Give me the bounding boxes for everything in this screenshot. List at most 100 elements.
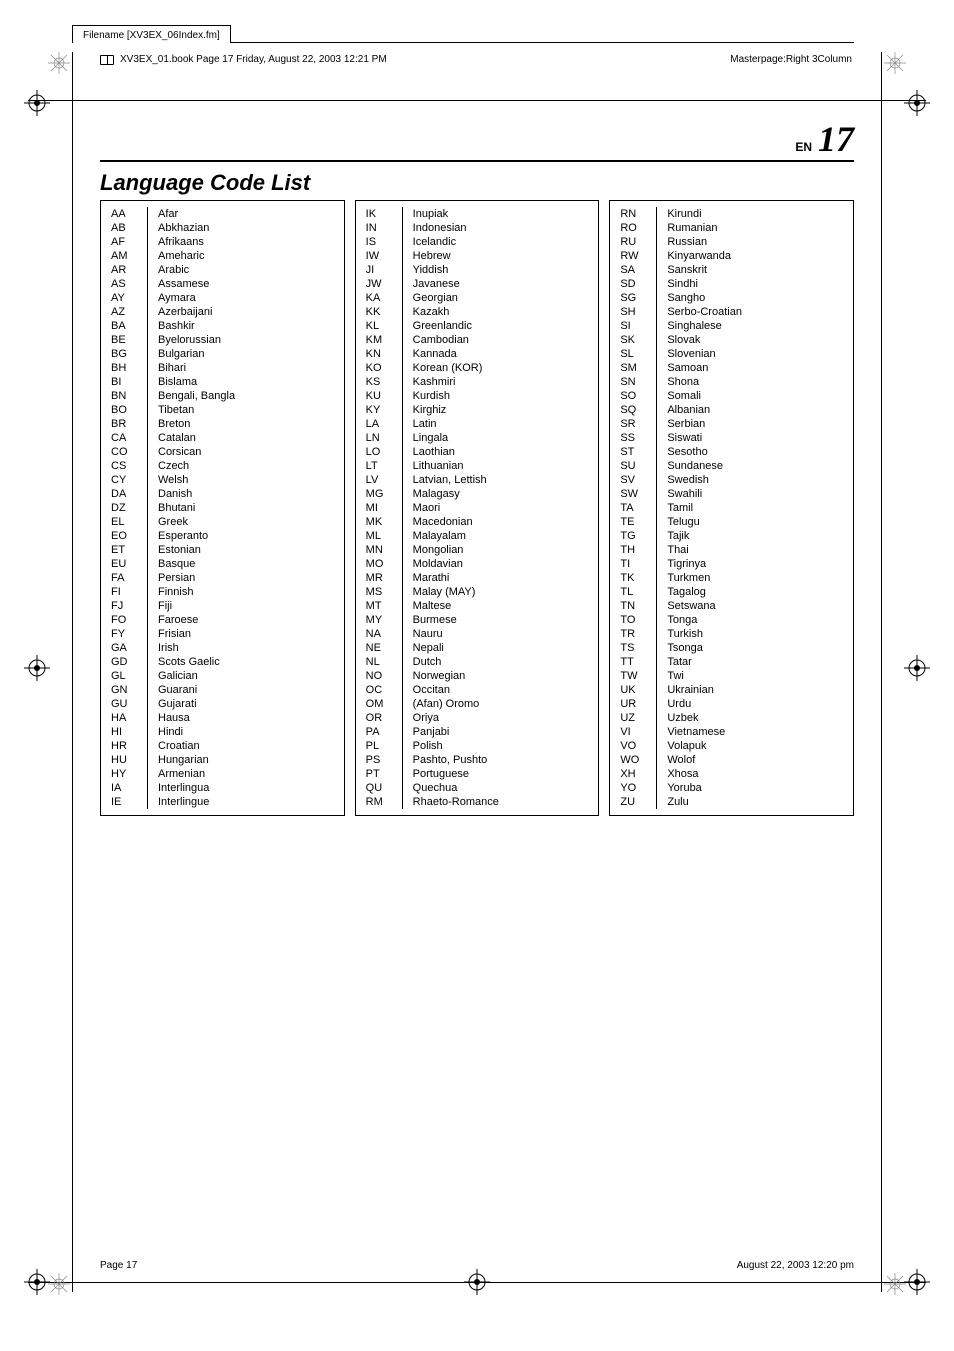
language-row: NONorwegian (356, 669, 599, 683)
language-row: GUGujarati (101, 697, 344, 711)
language-code: GA (101, 641, 147, 655)
language-row: YOYoruba (610, 781, 853, 795)
language-name: Byelorussian (147, 333, 344, 347)
language-name: Telugu (656, 515, 853, 529)
starburst-icon (48, 1273, 70, 1295)
language-name: Armenian (147, 767, 344, 781)
language-row: ETEstonian (101, 543, 344, 557)
language-name: Yoruba (656, 781, 853, 795)
language-row: CACatalan (101, 431, 344, 445)
language-name: Frisian (147, 627, 344, 641)
language-row: TNSetswana (610, 599, 853, 613)
language-code: FO (101, 613, 147, 627)
registration-mark-icon (904, 1269, 930, 1295)
language-code: OC (356, 683, 402, 697)
language-name: Scots Gaelic (147, 655, 344, 669)
language-row: SASanskrit (610, 263, 853, 277)
language-row: BABashkir (101, 319, 344, 333)
masterpage-label: Masterpage:Right 3Column (728, 54, 854, 65)
language-code: MN (356, 543, 402, 557)
language-name: Turkmen (656, 571, 853, 585)
language-name: Norwegian (402, 669, 599, 683)
language-row: DZBhutani (101, 501, 344, 515)
language-row: TKTurkmen (610, 571, 853, 585)
language-code: FJ (101, 599, 147, 613)
language-row: GNGuarani (101, 683, 344, 697)
language-code: XH (610, 767, 656, 781)
language-row: GLGalician (101, 669, 344, 683)
language-code: NE (356, 641, 402, 655)
language-name: Arabic (147, 263, 344, 277)
language-name: Gujarati (147, 697, 344, 711)
language-code: LA (356, 417, 402, 431)
language-code: AB (101, 221, 147, 235)
language-code: TI (610, 557, 656, 571)
language-code: KK (356, 305, 402, 319)
language-row: SHSerbo-Croatian (610, 305, 853, 319)
language-name: Somali (656, 389, 853, 403)
language-code: SQ (610, 403, 656, 417)
language-name: Laothian (402, 445, 599, 459)
language-name: Breton (147, 417, 344, 431)
language-row: TETelugu (610, 515, 853, 529)
footer-date: August 22, 2003 12:20 pm (737, 1260, 854, 1271)
registration-mark-icon (464, 1269, 490, 1295)
language-code: MR (356, 571, 402, 585)
language-name: Fiji (147, 599, 344, 613)
language-row: TITigrinya (610, 557, 853, 571)
language-code: IS (356, 235, 402, 249)
language-code: KO (356, 361, 402, 375)
language-code: MG (356, 487, 402, 501)
language-code: AM (101, 249, 147, 263)
language-code: TW (610, 669, 656, 683)
language-code: OR (356, 711, 402, 725)
language-row: CYWelsh (101, 473, 344, 487)
language-name: Interlingue (147, 795, 344, 809)
starburst-icon (884, 52, 906, 74)
language-name: Xhosa (656, 767, 853, 781)
language-name: Faroese (147, 613, 344, 627)
language-name: Portuguese (402, 767, 599, 781)
language-code: SV (610, 473, 656, 487)
language-name: Swedish (656, 473, 853, 487)
language-name: Hindi (147, 725, 344, 739)
language-name: Icelandic (402, 235, 599, 249)
language-name: Malayalam (402, 529, 599, 543)
language-row: ASAssamese (101, 277, 344, 291)
language-code: AS (101, 277, 147, 291)
language-row: XHXhosa (610, 767, 853, 781)
language-code: TG (610, 529, 656, 543)
language-row: LNLingala (356, 431, 599, 445)
language-code: IK (356, 207, 402, 221)
language-row: LALatin (356, 417, 599, 431)
language-code: SS (610, 431, 656, 445)
language-name: Croatian (147, 739, 344, 753)
language-name: Setswana (656, 599, 853, 613)
language-row: HAHausa (101, 711, 344, 725)
language-row: TATamil (610, 501, 853, 515)
language-code: SN (610, 375, 656, 389)
language-name: Bulgarian (147, 347, 344, 361)
language-row: BHBihari (101, 361, 344, 375)
language-code: JW (356, 277, 402, 291)
language-code: SL (610, 347, 656, 361)
language-code: PS (356, 753, 402, 767)
language-row: LVLatvian, Lettish (356, 473, 599, 487)
language-code: GN (101, 683, 147, 697)
language-code: TN (610, 599, 656, 613)
language-code: CS (101, 459, 147, 473)
language-code: BO (101, 403, 147, 417)
language-row: SSSiswati (610, 431, 853, 445)
language-name: Maori (402, 501, 599, 515)
language-code: SO (610, 389, 656, 403)
language-row: KAGeorgian (356, 291, 599, 305)
language-name: Irish (147, 641, 344, 655)
language-name: Siswati (656, 431, 853, 445)
language-row: MNMongolian (356, 543, 599, 557)
language-name: Serbian (656, 417, 853, 431)
language-code: WO (610, 753, 656, 767)
language-name: Singhalese (656, 319, 853, 333)
language-code: PT (356, 767, 402, 781)
language-name: Occitan (402, 683, 599, 697)
language-name: Rumanian (656, 221, 853, 235)
